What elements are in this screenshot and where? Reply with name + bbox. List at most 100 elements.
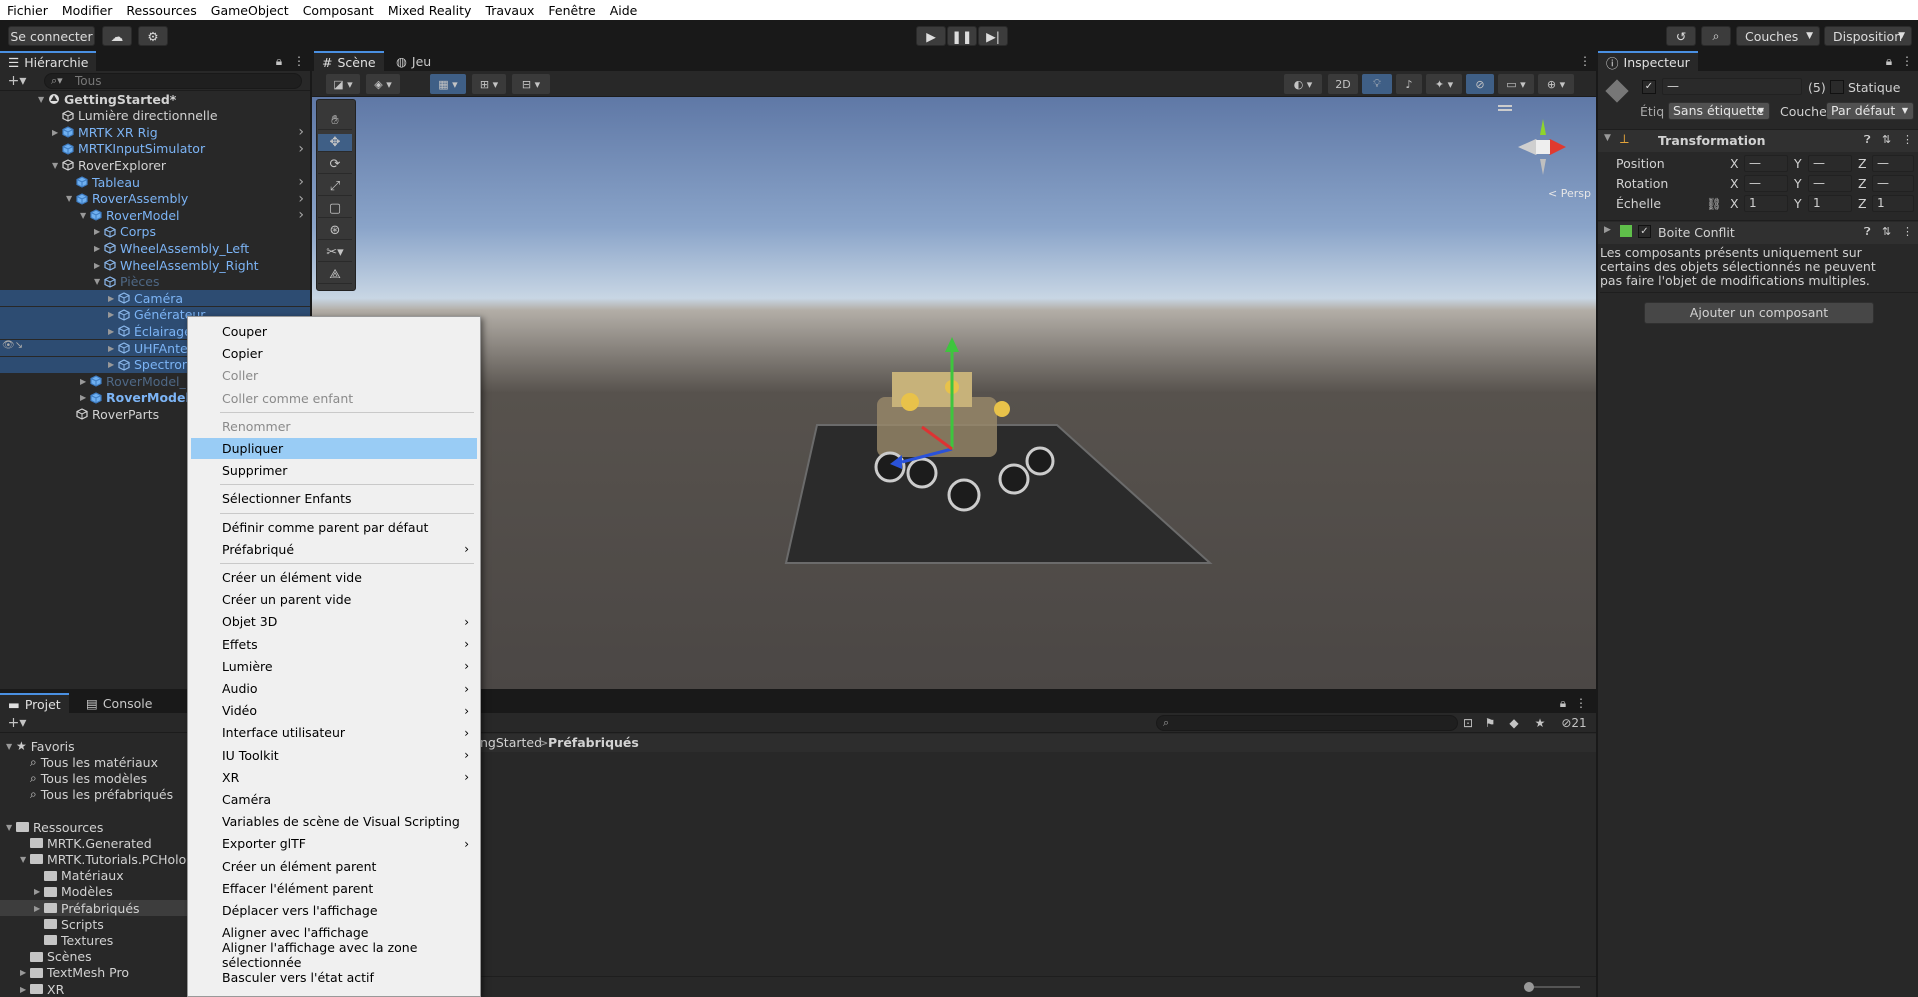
menu-fichier[interactable]: Fichier <box>0 3 55 18</box>
expand-arrow-icon[interactable]: ▶ <box>108 344 118 353</box>
hierarchy-row[interactable]: ▶ Corps <box>0 224 310 240</box>
menu-ressources[interactable]: Ressources <box>119 3 203 18</box>
project-tree-row[interactable]: ⌕ Tous les préfabriqués <box>0 787 187 803</box>
layer-dropdown[interactable]: Par défaut ▼ <box>1826 102 1914 120</box>
hidden-packages-toggle[interactable]: ⊘ 21 <box>1556 715 1592 731</box>
rot-x-field[interactable]: — <box>1744 175 1788 192</box>
more-icon[interactable]: ⋮ <box>292 53 306 69</box>
zoom-slider-thumb[interactable] <box>1524 982 1534 992</box>
expand-arrow-icon[interactable]: ▶ <box>108 360 118 369</box>
hierarchy-row[interactable]: ▼ GettingStarted* <box>0 91 310 107</box>
rect-tool-icon[interactable]: ▢ <box>318 200 352 218</box>
more-icon[interactable]: ⋮ <box>1574 695 1588 711</box>
project-tree-row[interactable]: ⌕ Tous les modèles <box>0 770 187 786</box>
hierarchy-search-input[interactable]: ⌕▾ Tous <box>44 73 302 89</box>
sign-in-button[interactable]: Se connecter <box>8 26 95 46</box>
hierarchy-row[interactable]: ▶ Caméra <box>0 290 310 307</box>
expand-arrow-icon[interactable]: ▶ <box>108 310 118 319</box>
more-icon[interactable]: ⋮ <box>1902 225 1913 238</box>
collapse-arrow-icon[interactable]: ▼ <box>38 95 48 104</box>
play-button[interactable]: ▶ <box>916 26 946 46</box>
preset-icon[interactable]: ⇅ <box>1882 133 1891 146</box>
scale-z-field[interactable]: 1 <box>1872 195 1914 212</box>
persp-label[interactable]: < Persp <box>1548 187 1591 200</box>
hierarchy-row[interactable]: ▶ WheelAssembly_Right <box>0 257 310 273</box>
zoom-slider-track[interactable] <box>1528 986 1580 988</box>
context-menu-item[interactable]: Dupliquer <box>191 438 477 459</box>
help-icon[interactable]: ❓︎ <box>1864 225 1871 239</box>
context-menu-item[interactable]: Copier <box>191 343 477 364</box>
project-tree-row[interactable]: Textures <box>0 932 187 948</box>
context-menu-item[interactable]: Caméra <box>191 789 477 810</box>
menu-fen-tre[interactable]: Fenêtre <box>541 3 602 18</box>
project-tree-row[interactable]: ▶ TextMesh Pro <box>0 965 187 981</box>
context-menu-item[interactable]: Créer un élément parent <box>191 856 477 877</box>
project-tree-row[interactable]: ▶ Préfabriqués <box>0 900 187 916</box>
component-header[interactable]: ▶ ✓ Boite Conflit ❓︎ ⇅ ⋮ <box>1598 222 1918 244</box>
snap-increment-dropdown[interactable]: ⊞ ▾ <box>472 74 506 94</box>
hierarchy-row[interactable]: ▼ RoverModel › <box>0 207 310 223</box>
project-tree-row[interactable]: ▼ Ressources <box>0 819 187 835</box>
context-menu-item[interactable]: Exporter glTF › <box>191 833 477 854</box>
pos-y-field[interactable]: — <box>1808 155 1852 172</box>
expand-arrow-icon[interactable]: ▶ <box>20 985 30 994</box>
rot-y-field[interactable]: — <box>1808 175 1852 192</box>
2d-toggle[interactable]: 2D <box>1328 74 1358 94</box>
context-menu-item[interactable]: Sélectionner Enfants <box>191 488 477 509</box>
rotate-tool-icon[interactable]: ⟳ <box>318 156 352 174</box>
context-menu-item[interactable]: Interface utilisateur › <box>191 722 477 743</box>
scale-y-field[interactable]: 1 <box>1808 195 1852 212</box>
tab-inspector[interactable]: ⓘ Inspecteur <box>1598 51 1698 71</box>
expand-arrow-icon[interactable]: ▶ <box>52 128 62 137</box>
context-menu-item[interactable]: Préfabriqué › <box>191 539 477 560</box>
pivot-tool-icon[interactable]: ⟁ <box>318 266 352 284</box>
hierarchy-row[interactable]: Lumière directionnelle <box>0 108 310 124</box>
hierarchy-row[interactable]: ▼ RoverExplorer <box>0 157 310 173</box>
more-icon[interactable]: ⋮ <box>1578 53 1592 69</box>
cloud-icon[interactable]: ☁ <box>102 26 132 46</box>
project-tree-row[interactable]: Scènes <box>0 949 187 965</box>
effects-dropdown[interactable]: ✦ ▾ <box>1426 74 1462 94</box>
scale-x-field[interactable]: 1 <box>1744 195 1788 212</box>
chevron-right-icon[interactable]: › <box>298 174 304 190</box>
project-tree-row[interactable]: Matériaux <box>0 868 187 884</box>
render-mode-dropdown[interactable]: ◈ ▾ <box>366 74 400 94</box>
tab-scene[interactable]: # Scène <box>314 51 384 71</box>
lock-icon[interactable]: 🔒︎ <box>1882 53 1896 69</box>
orientation-gizmo[interactable] <box>1518 119 1566 175</box>
hierarchy-row[interactable]: Tableau › <box>0 174 310 190</box>
expand-arrow-icon[interactable]: ▶ <box>94 227 104 236</box>
hand-tool-icon[interactable]: ✋︎ <box>318 112 352 130</box>
expand-arrow-icon[interactable]: ▶ <box>108 327 118 336</box>
collapse-arrow-icon[interactable]: ▼ <box>20 855 30 864</box>
breadcrumb-part[interactable]: ngStarted <box>480 734 542 752</box>
lock-icon[interactable]: 🔒︎ <box>1556 695 1570 711</box>
collapse-arrow-icon[interactable]: ▼ <box>66 194 76 203</box>
project-tree-row[interactable]: ⌕ Tous les matériaux <box>0 754 187 770</box>
pos-x-field[interactable]: — <box>1744 155 1788 172</box>
scale-tool-icon[interactable]: ⤢ <box>318 178 352 196</box>
context-menu-item[interactable]: Effets › <box>191 634 477 655</box>
rot-z-field[interactable]: — <box>1872 175 1914 192</box>
transform-tool-icon[interactable]: ⊛ <box>318 222 352 240</box>
more-icon[interactable]: ⋮ <box>1900 53 1914 69</box>
collapse-arrow-icon[interactable]: ▼ <box>80 211 90 220</box>
collapse-arrow-icon[interactable]: ▼ <box>52 161 62 170</box>
hierarchy-row[interactable]: ▼ RoverAssembly › <box>0 191 310 207</box>
project-tree-row[interactable]: ▼ ★ Favoris <box>0 738 187 754</box>
chevron-right-icon[interactable]: › <box>298 124 304 140</box>
grid-snap-dropdown[interactable]: ▦ ▾ <box>430 74 466 94</box>
menu-modifier[interactable]: Modifier <box>55 3 120 18</box>
context-menu-item[interactable]: Créer un élément vide <box>191 567 477 588</box>
layers-dropdown[interactable]: Couches ▼ <box>1736 26 1820 46</box>
active-checkbox[interactable]: ✓ <box>1642 80 1656 94</box>
context-menu-item[interactable]: Déplacer vers l'affichage <box>191 900 477 921</box>
context-menu-item[interactable]: Objet 3D › <box>191 611 477 632</box>
context-menu-item[interactable]: Effacer l'élément parent <box>191 878 477 899</box>
add-icon[interactable]: +▾ <box>5 715 29 731</box>
tag-icon[interactable]: ◆ <box>1506 715 1522 731</box>
preset-icon[interactable]: ⇅ <box>1882 225 1891 238</box>
step-button[interactable]: ▶| <box>978 26 1008 46</box>
menu-aide[interactable]: Aide <box>603 3 645 18</box>
history-icon[interactable]: ↺ <box>1666 26 1696 46</box>
